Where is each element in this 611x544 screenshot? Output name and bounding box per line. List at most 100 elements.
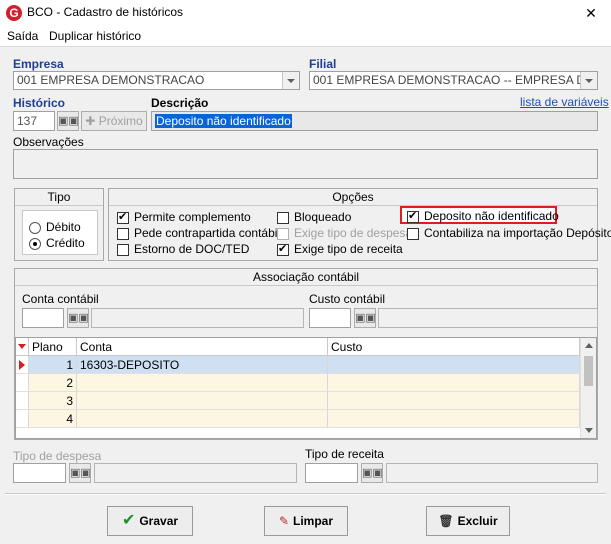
grid-indicator-header — [16, 338, 29, 356]
grid-cell-custo[interactable] — [328, 410, 580, 428]
tipo-receita-desc-field — [386, 463, 598, 483]
permite-complemento-label[interactable]: Permite complemento — [134, 210, 251, 224]
grid-cell-plano[interactable]: 1 — [29, 356, 77, 374]
lista-variaveis-link[interactable]: lista de variáveis — [520, 95, 609, 109]
deposito-nao-identificado-label[interactable]: Deposito não identificado — [424, 209, 559, 223]
tipo-title: Tipo — [15, 189, 103, 206]
close-window-button[interactable]: ✕ — [578, 3, 604, 23]
triangle-down-icon — [18, 344, 26, 349]
scroll-up-icon[interactable] — [585, 343, 593, 348]
deposito-nao-identificado-checkbox[interactable] — [407, 209, 419, 223]
grid-cell-conta[interactable] — [77, 374, 328, 392]
estorno-doc-ted-label[interactable]: Estorno de DOC/TED — [134, 242, 249, 256]
pede-contrapartida-checkbox[interactable] — [117, 228, 129, 240]
grid-header-conta[interactable]: Conta — [77, 338, 328, 356]
exige-tipo-receita-checkbox[interactable] — [277, 242, 289, 256]
descricao-value: Deposito não identificado — [155, 114, 292, 128]
permite-complemento-checkbox[interactable] — [117, 210, 129, 224]
tipo-receita-code-field[interactable] — [305, 463, 358, 483]
gravar-label: Gravar — [139, 514, 179, 528]
binoculars-icon: ▣▣ — [58, 115, 79, 127]
limpar-label: Limpar — [293, 514, 334, 528]
grid-cell-plano[interactable]: 3 — [29, 392, 77, 410]
conta-contabil-code-field[interactable] — [22, 308, 64, 328]
exige-tipo-despesa-label[interactable]: Exige tipo de despesa — [294, 226, 412, 240]
historico-code-field[interactable]: 137 — [13, 111, 55, 131]
credito-radio[interactable] — [29, 238, 41, 250]
historico-search-button[interactable]: ▣▣ — [57, 111, 79, 131]
binoculars-icon: ▣▣ — [355, 312, 376, 324]
tipo-despesa-code-field[interactable] — [13, 463, 66, 483]
grid-cell-conta[interactable] — [77, 410, 328, 428]
grid-cell-plano[interactable]: 4 — [29, 410, 77, 428]
custo-contabil-label: Custo contábil — [309, 292, 386, 306]
pede-contrapartida-label[interactable]: Pede contrapartida contábil — [134, 226, 280, 240]
conta-search-button[interactable]: ▣▣ — [67, 308, 89, 328]
grid-cell-plano[interactable]: 2 — [29, 374, 77, 392]
menu-item-duplicar-historico[interactable]: Duplicar histórico — [49, 29, 141, 43]
binoculars-icon: ▣▣ — [70, 467, 91, 479]
filial-label: Filial — [309, 57, 337, 71]
exige-tipo-receita-label[interactable]: Exige tipo de receita — [294, 242, 403, 256]
bloqueado-checkbox[interactable] — [277, 212, 289, 224]
triangle-right-icon — [19, 360, 25, 370]
tipo-despesa-search-button[interactable]: ▣▣ — [69, 463, 91, 483]
table-row[interactable]: 1 16303-DEPOSITO — [16, 356, 580, 374]
menu-item-saida[interactable]: Saída — [7, 29, 38, 43]
estorno-doc-ted-checkbox[interactable] — [117, 244, 129, 256]
row-indicator — [16, 356, 29, 374]
scroll-down-icon[interactable] — [585, 428, 593, 433]
tipo-receita-search-button[interactable]: ▣▣ — [361, 463, 383, 483]
plus-icon: ✚ — [85, 114, 96, 128]
exige-tipo-despesa-checkbox[interactable] — [277, 228, 289, 240]
row-indicator — [16, 392, 29, 410]
table-row[interactable]: 2 — [16, 374, 580, 392]
table-row[interactable]: 4 — [16, 410, 580, 428]
bloqueado-label[interactable]: Bloqueado — [294, 210, 351, 224]
checkmark-icon: ✔ — [121, 512, 136, 529]
app-logo-icon: G — [6, 5, 22, 21]
custo-search-button[interactable]: ▣▣ — [354, 308, 376, 328]
grid-vertical-scrollbar[interactable] — [580, 338, 596, 438]
grid-cell-conta[interactable] — [77, 392, 328, 410]
credito-label[interactable]: Crédito — [46, 236, 85, 250]
associacao-title: Associação contábil — [15, 269, 597, 286]
proximo-button[interactable]: ✚ Próximo — [81, 111, 147, 131]
plano-grid[interactable]: Plano Conta Custo 1 16303-DEPOSITO 2 3 4 — [15, 337, 597, 439]
conta-contabil-desc-field — [91, 308, 304, 328]
proximo-label: Próximo — [98, 114, 143, 128]
scrollbar-thumb[interactable] — [584, 356, 593, 386]
custo-contabil-code-field[interactable] — [309, 308, 351, 328]
filial-value: 001 EMPRESA DEMONSTRACAO -- EMPRESA DEMO… — [313, 73, 598, 87]
grid-header-plano[interactable]: Plano — [29, 338, 77, 356]
grid-cell-conta[interactable]: 16303-DEPOSITO — [77, 356, 328, 374]
descricao-field[interactable]: Deposito não identificado — [151, 111, 598, 131]
grid-cell-custo[interactable] — [328, 356, 580, 374]
contabiliza-importacao-label[interactable]: Contabiliza na importação Depósito — [424, 226, 611, 240]
debito-label[interactable]: Débito — [46, 220, 81, 234]
historico-label: Histórico — [13, 96, 66, 110]
observacoes-label: Observações — [13, 135, 84, 149]
empresa-select[interactable]: 001 EMPRESA DEMONSTRACAO — [13, 71, 300, 90]
grid-header-custo[interactable]: Custo — [328, 338, 580, 356]
grid-cell-custo[interactable] — [328, 392, 580, 410]
chevron-down-icon[interactable] — [282, 72, 299, 89]
tipo-receita-label: Tipo de receita — [305, 447, 384, 461]
grid-cell-custo[interactable] — [328, 374, 580, 392]
debito-radio[interactable] — [29, 222, 41, 234]
table-row[interactable]: 3 — [16, 392, 580, 410]
excluir-button[interactable]: 🗑 Excluir — [426, 506, 510, 536]
chevron-down-icon[interactable] — [580, 72, 597, 89]
empresa-label: Empresa — [13, 57, 64, 71]
contabiliza-importacao-checkbox[interactable] — [407, 228, 419, 240]
excluir-label: Excluir — [457, 514, 498, 528]
gravar-button[interactable]: ✔ Gravar — [107, 506, 193, 536]
custo-contabil-desc-field — [378, 308, 598, 328]
observacoes-field[interactable] — [13, 149, 598, 179]
filial-select[interactable]: 001 EMPRESA DEMONSTRACAO -- EMPRESA DEMO… — [309, 71, 598, 90]
binoculars-icon: ▣▣ — [68, 312, 89, 324]
row-indicator — [16, 374, 29, 392]
empresa-value: 001 EMPRESA DEMONSTRACAO — [17, 73, 205, 87]
limpar-button[interactable]: ✎ Limpar — [264, 506, 348, 536]
bottom-divider — [5, 493, 606, 495]
